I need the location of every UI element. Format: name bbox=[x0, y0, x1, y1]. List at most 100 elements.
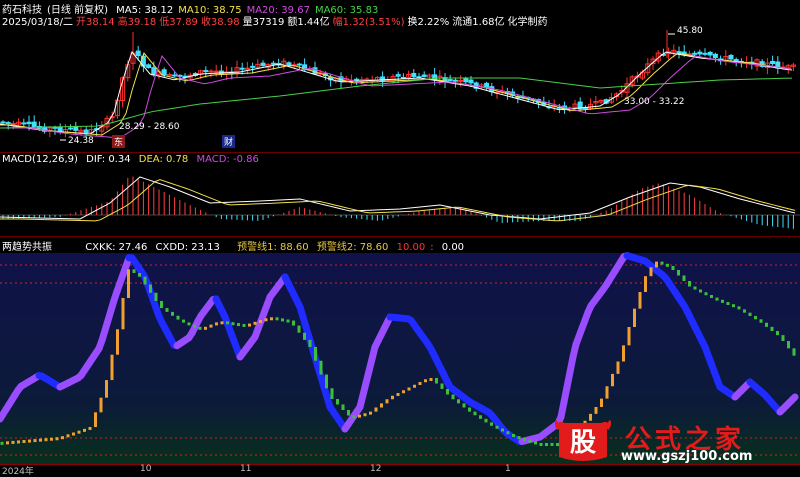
trend-step-bar bbox=[430, 378, 433, 381]
candle-body bbox=[11, 123, 15, 124]
quote-line: 2025/03/18/二开38.14高39.18低37.89收38.98量373… bbox=[2, 13, 551, 28]
trend-step-bar bbox=[479, 415, 482, 419]
trend-step-bar bbox=[650, 267, 653, 276]
candle-body bbox=[6, 123, 10, 124]
trend-step-bar bbox=[122, 298, 125, 329]
trend-step-bar bbox=[177, 316, 180, 320]
trend-step-bar bbox=[402, 390, 405, 393]
candle-body bbox=[251, 66, 255, 67]
cxkk-value: CXKK: 27.46 bbox=[85, 242, 147, 253]
candle-body bbox=[693, 53, 697, 54]
quote-item: 化学制药 bbox=[508, 17, 548, 28]
trend-step-bar bbox=[336, 399, 339, 405]
trend-step-bar bbox=[661, 262, 664, 265]
trend-step-bar bbox=[155, 293, 158, 301]
macd-panel[interactable]: MACD(12,26,9) DIF: 0.34 DEA: 0.78 MACD: … bbox=[0, 152, 800, 235]
trend-step-bar bbox=[705, 292, 708, 295]
trend-step-bar bbox=[793, 348, 796, 355]
trend-step-bar bbox=[540, 443, 543, 446]
trend-step-bar bbox=[17, 440, 20, 443]
trend-step-bar bbox=[600, 399, 603, 407]
trend-step-bar bbox=[215, 322, 218, 325]
candle-body bbox=[22, 123, 26, 124]
trend-step-bar bbox=[210, 325, 213, 328]
trend-step-bar bbox=[771, 327, 774, 331]
candle-body bbox=[713, 54, 717, 57]
quote-item: 换2.22% bbox=[408, 17, 450, 28]
trend-step-bar bbox=[292, 321, 295, 326]
trend-step-bar bbox=[347, 410, 350, 416]
candle-body bbox=[147, 65, 151, 68]
trend-step-bar bbox=[413, 385, 416, 388]
trend-step-bar bbox=[545, 443, 548, 446]
trend-step-bar bbox=[666, 264, 669, 267]
warn2-value: 预警线2: 78.60 bbox=[317, 242, 389, 253]
trend-step-bar bbox=[710, 295, 713, 298]
candle-body bbox=[464, 78, 468, 81]
macd-name: MACD(12,26,9) bbox=[2, 154, 78, 165]
trend-step-bar bbox=[160, 301, 163, 308]
trend-step-bar bbox=[639, 292, 642, 309]
trend-step-bar bbox=[496, 426, 499, 429]
trend-main-segment bbox=[792, 397, 795, 400]
trend-step-bar bbox=[743, 309, 746, 312]
trend-step-bar bbox=[738, 306, 741, 309]
trend-step-bar bbox=[716, 298, 719, 301]
trend-step-bar bbox=[127, 269, 130, 298]
trend-step-bar bbox=[265, 318, 268, 321]
candle-body bbox=[459, 80, 463, 81]
candle-body bbox=[422, 75, 426, 77]
trend-step-bar bbox=[221, 321, 224, 324]
trend-step-bar bbox=[259, 320, 262, 323]
site-logo: 股 公式之家 www.gszj100.com bbox=[555, 417, 800, 467]
trend-step-bar bbox=[518, 436, 521, 439]
price-panel[interactable]: 药石科技(日线 前复权) MA5: 38.12MA10: 38.75MA20: … bbox=[0, 0, 800, 150]
candle-body bbox=[355, 79, 359, 80]
candle-body bbox=[469, 80, 473, 83]
trend-step-bar bbox=[386, 399, 389, 403]
trend-step-bar bbox=[94, 412, 97, 427]
candle-body bbox=[448, 80, 452, 81]
trend-step-bar bbox=[435, 378, 438, 384]
trend-name: 两趋势共振 bbox=[2, 242, 52, 253]
x-tick-12: 12 bbox=[370, 464, 381, 474]
candle-body bbox=[173, 75, 177, 76]
low-price-label: 24.38 bbox=[66, 136, 96, 146]
trend-step-bar bbox=[754, 316, 757, 319]
trend-step-bar bbox=[776, 331, 779, 335]
candle-body bbox=[162, 70, 166, 75]
trend-step-bar bbox=[463, 403, 466, 407]
trend-step-bar bbox=[276, 317, 279, 320]
dea-value: DEA: 0.78 bbox=[139, 154, 189, 165]
candle-body bbox=[396, 75, 400, 77]
dif-line bbox=[0, 177, 795, 219]
trend-step-bar bbox=[133, 269, 136, 273]
trend-step-bar bbox=[391, 396, 394, 400]
trend-step-bar bbox=[237, 323, 240, 326]
x-tick-10: 10 bbox=[140, 464, 151, 474]
trend-step-bar bbox=[358, 415, 361, 418]
x-tick-11: 11 bbox=[240, 464, 251, 474]
candle-body bbox=[698, 52, 702, 54]
trend-step-bar bbox=[617, 362, 620, 374]
range-label-1: 28.29 - 28.60 bbox=[117, 122, 182, 132]
trend-step-bar bbox=[144, 277, 147, 285]
trend-step-bar bbox=[39, 439, 42, 442]
trend-step-bar bbox=[243, 324, 246, 327]
trend-step-bar bbox=[523, 438, 526, 441]
trend-step-bar bbox=[12, 441, 15, 444]
trend-step-bar bbox=[23, 440, 26, 443]
trend-step-bar bbox=[529, 440, 532, 443]
trend-step-bar bbox=[89, 427, 92, 430]
trend-step-bar bbox=[226, 321, 229, 324]
x-tick-2024: 2024年 bbox=[2, 464, 34, 477]
trend-step-bar bbox=[67, 434, 70, 437]
macd-chart[interactable] bbox=[0, 153, 800, 235]
candle-body bbox=[245, 68, 249, 69]
trend-step-bar bbox=[633, 309, 636, 327]
candle-body bbox=[453, 80, 457, 81]
marker-east[interactable]: 东 bbox=[112, 135, 125, 148]
marker-cai[interactable]: 财 bbox=[222, 135, 235, 148]
trend-step-bar bbox=[270, 317, 273, 320]
trend-step-bar bbox=[298, 326, 301, 333]
